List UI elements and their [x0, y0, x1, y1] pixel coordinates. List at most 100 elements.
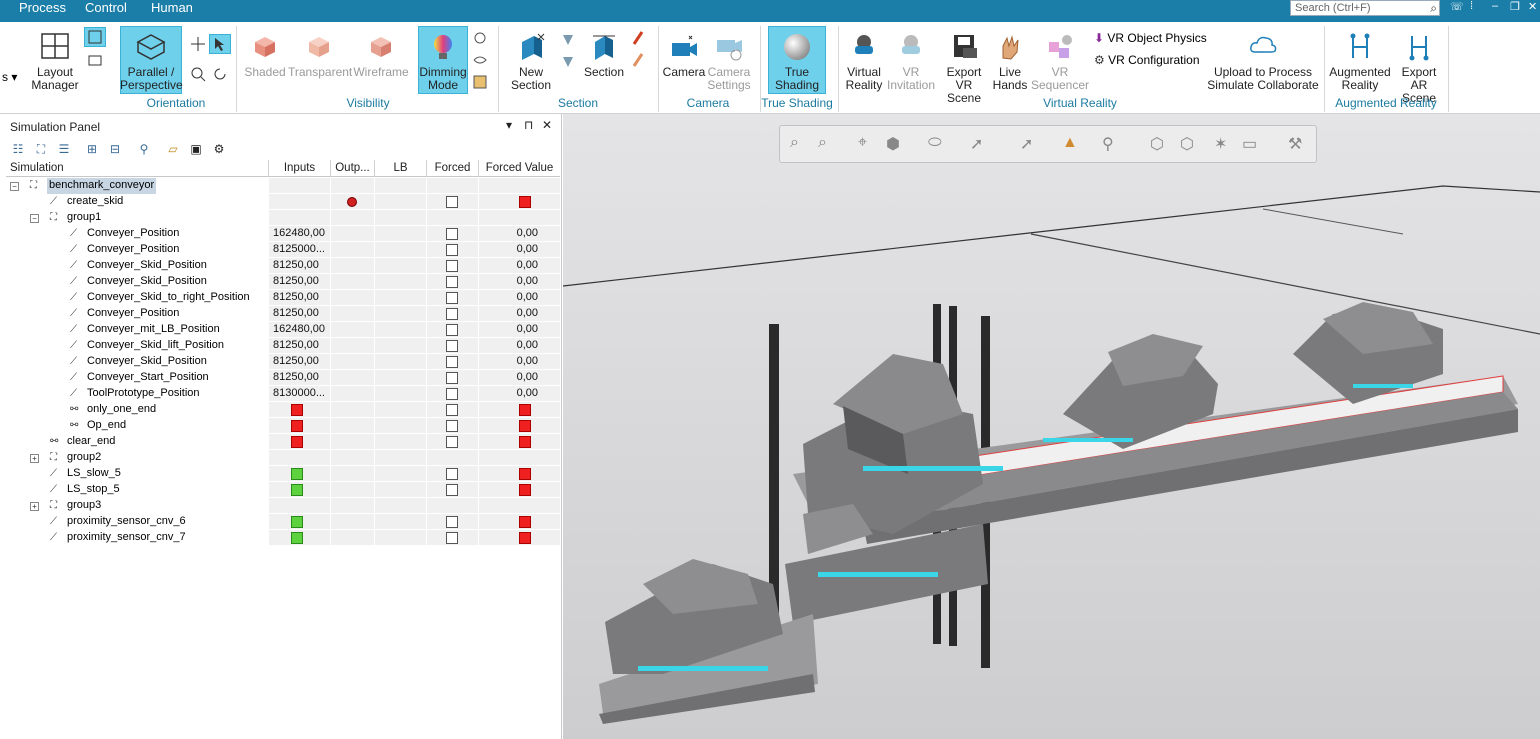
table-row[interactable]: ⟋ Conveyer_Skid_Position 81250,00 0,00: [6, 354, 560, 370]
forced-checkbox[interactable]: [446, 372, 458, 384]
forced-value-indicator[interactable]: [519, 516, 531, 528]
new-section-button[interactable]: New Section: [504, 32, 558, 92]
table-row[interactable]: − ⛶ benchmark_conveyor: [6, 178, 560, 194]
row-name[interactable]: Conveyer_Position: [87, 242, 179, 258]
row-name[interactable]: Conveyer_Skid_lift_Position: [87, 338, 224, 354]
row-name[interactable]: LS_stop_5: [67, 482, 120, 498]
row-name[interactable]: Conveyer_Skid_Position: [87, 258, 207, 274]
forced-checkbox[interactable]: [446, 308, 458, 320]
forced-checkbox[interactable]: [446, 356, 458, 368]
augmented-reality-button[interactable]: Augmented Reality: [1326, 32, 1394, 92]
cell-fv[interactable]: 0,00: [478, 274, 560, 290]
pick-intent-icon[interactable]: ➚: [970, 134, 983, 154]
camera-settings-button[interactable]: Camera Settings: [706, 32, 752, 92]
col-forced[interactable]: Forced: [426, 160, 478, 177]
vr-invitation-button[interactable]: VR Invitation: [886, 32, 936, 92]
panel-pin-icon[interactable]: ⊓: [524, 118, 533, 132]
forced-checkbox[interactable]: [446, 436, 458, 448]
forced-checkbox[interactable]: [446, 532, 458, 544]
section-tool-1-icon[interactable]: [560, 32, 576, 48]
panel-menu-icon[interactable]: ▾: [506, 118, 512, 132]
col-lb[interactable]: LB: [374, 160, 426, 177]
forced-checkbox[interactable]: [446, 516, 458, 528]
close-icon[interactable]: ✕: [1528, 0, 1537, 13]
forced-value-indicator[interactable]: [519, 436, 531, 448]
cell-fv[interactable]: 0,00: [478, 290, 560, 306]
table-row[interactable]: ⟋ Conveyer_Position 81250,00 0,00: [6, 306, 560, 322]
menu-control[interactable]: Control: [85, 0, 127, 22]
vr-sequencer-button[interactable]: VR Sequencer: [1030, 32, 1090, 92]
selection-icon[interactable]: ➚: [1020, 134, 1033, 154]
collapse-toggle-icon[interactable]: −: [30, 214, 39, 223]
visibility-tool-3-icon[interactable]: [472, 74, 488, 90]
row-name[interactable]: only_one_end: [87, 402, 156, 418]
forced-checkbox[interactable]: [446, 228, 458, 240]
row-name[interactable]: LS_slow_5: [67, 466, 121, 482]
cell-fv[interactable]: 0,00: [478, 322, 560, 338]
view-layers-icon[interactable]: [87, 52, 103, 68]
col-inputs[interactable]: Inputs: [268, 160, 330, 177]
forced-checkbox[interactable]: [446, 196, 458, 208]
forced-value-indicator[interactable]: [519, 420, 531, 432]
table-row[interactable]: ⟋ Conveyer_Position 162480,00 0,00: [6, 226, 560, 242]
col-outputs[interactable]: Outp...: [330, 160, 374, 177]
table-row[interactable]: ⟋ LS_stop_5: [6, 482, 560, 498]
forced-checkbox[interactable]: [446, 276, 458, 288]
zoom-in-icon[interactable]: ⌕: [790, 134, 799, 152]
view-cube-icon[interactable]: ⬢: [886, 134, 900, 154]
forced-checkbox[interactable]: [446, 324, 458, 336]
view-cube-icon[interactable]: [87, 29, 103, 45]
filter-pick-icon[interactable]: ⚲: [1102, 134, 1114, 154]
measure-1-icon[interactable]: ⬡: [1150, 134, 1164, 154]
table-row[interactable]: ⟋ ToolPrototype_Position 8130000... 0,00: [6, 386, 560, 402]
camera-button[interactable]: Camera: [662, 32, 706, 79]
table-row[interactable]: ⚯ only_one_end: [6, 402, 560, 418]
table-row[interactable]: + ⛶ group2: [6, 450, 560, 466]
wireframe-button[interactable]: Wireframe: [352, 32, 410, 79]
row-name[interactable]: Conveyer_Position: [87, 306, 179, 322]
table-row[interactable]: ⟋ proximity_sensor_cnv_6: [6, 514, 560, 530]
export-vr-scene-button[interactable]: Export VR Scene: [938, 32, 990, 105]
center-icon[interactable]: ⌖: [858, 134, 867, 152]
transparent-button[interactable]: Transparent: [288, 32, 352, 79]
row-name[interactable]: benchmark_conveyor: [47, 178, 157, 194]
forced-value-indicator[interactable]: [519, 532, 531, 544]
table-row[interactable]: ⟋ LS_slow_5: [6, 466, 560, 482]
cell-fv[interactable]: 0,00: [478, 370, 560, 386]
live-hands-button[interactable]: Live Hands: [990, 32, 1030, 92]
forced-value-indicator[interactable]: [519, 196, 531, 208]
menu-human[interactable]: Human: [151, 0, 193, 22]
section-tool-2-icon[interactable]: [560, 54, 576, 70]
add-signal-icon[interactable]: ☷: [10, 142, 26, 156]
table-row[interactable]: ⟋ Conveyer_mit_LB_Position 162480,00 0,00: [6, 322, 560, 338]
row-name[interactable]: ToolPrototype_Position: [87, 386, 200, 402]
vr-configuration-button[interactable]: ⚙ VR Configuration: [1094, 52, 1200, 68]
search-input[interactable]: Search (Ctrl+F) ⌕: [1290, 0, 1440, 16]
row-name[interactable]: Conveyer_Skid_Position: [87, 274, 207, 290]
save-icon[interactable]: ▣: [188, 142, 204, 156]
dimming-mode-button[interactable]: Dimming Mode: [418, 32, 468, 92]
row-name[interactable]: clear_end: [67, 434, 115, 450]
render-style-icon[interactable]: ⬭: [928, 134, 942, 152]
expand-all-icon[interactable]: ⊞: [84, 142, 100, 156]
table-row[interactable]: ⟋ proximity_sensor_cnv_7: [6, 530, 560, 546]
row-name[interactable]: Conveyer_Skid_to_right_Position: [87, 290, 250, 306]
row-name[interactable]: group1: [67, 210, 101, 226]
expand-toggle-icon[interactable]: +: [30, 502, 39, 511]
search-icon[interactable]: ⌕: [1430, 1, 1437, 15]
cell-fv[interactable]: 0,00: [478, 226, 560, 242]
forced-checkbox[interactable]: [446, 340, 458, 352]
cell-fv[interactable]: 0,00: [478, 338, 560, 354]
col-simulation[interactable]: Simulation: [6, 160, 268, 177]
paint-icon[interactable]: ⚒: [1288, 134, 1302, 154]
forced-checkbox[interactable]: [446, 244, 458, 256]
snap-icon[interactable]: ✶: [1214, 134, 1227, 154]
forced-value-indicator[interactable]: [519, 484, 531, 496]
cell-fv[interactable]: 0,00: [478, 242, 560, 258]
help-icon[interactable]: ☏: [1450, 0, 1464, 13]
settings-icon[interactable]: ⚙: [211, 142, 227, 156]
ruler-icon[interactable]: ▭: [1242, 134, 1257, 154]
row-name[interactable]: create_skid: [67, 194, 123, 210]
col-forced-value[interactable]: Forced Value: [478, 160, 560, 177]
forced-checkbox[interactable]: [446, 404, 458, 416]
